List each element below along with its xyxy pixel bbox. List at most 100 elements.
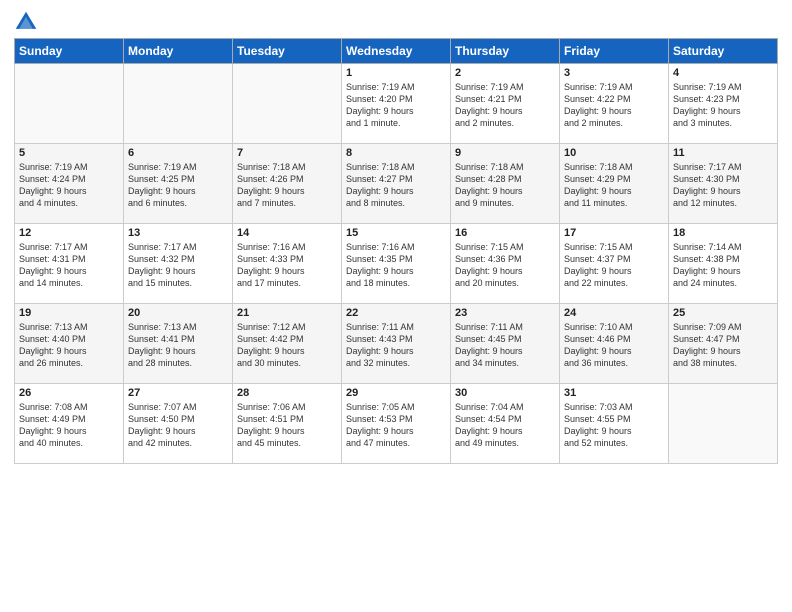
calendar-cell: 30 Sunrise: 7:04 AM Sunset: 4:54 PM Dayli…: [451, 384, 560, 464]
logo: [14, 10, 42, 34]
calendar-cell: 5Sunrise: 7:19 AM Sunset: 4:24 PM Daylig…: [15, 144, 124, 224]
cell-content: Sunrise: 7:18 AM Sunset: 4:29 PM Dayligh…: [564, 161, 664, 210]
day-number: 7: [237, 147, 337, 159]
day-number: 22: [346, 307, 446, 319]
cell-content: Sunrise: 7:15 AM Sunset: 4:37 PM Dayligh…: [564, 241, 664, 290]
day-number: 11: [673, 147, 773, 159]
cell-content: Sunrise: 7:18 AM Sunset: 4:26 PM Dayligh…: [237, 161, 337, 210]
day-header-wednesday: Wednesday: [342, 39, 451, 64]
cell-content: Sunrise: 7:13 AM Sunset: 4:41 PM Dayligh…: [128, 321, 228, 370]
cell-content: Sunrise: 7:17 AM Sunset: 4:32 PM Dayligh…: [128, 241, 228, 290]
day-number: 5: [19, 147, 119, 159]
day-number: 31: [564, 387, 664, 399]
day-header-monday: Monday: [124, 39, 233, 64]
calendar-cell: 26 Sunrise: 7:08 AM Sunset: 4:49 PM Dayli…: [15, 384, 124, 464]
cell-content: Sunrise: 7:13 AM Sunset: 4:40 PM Dayligh…: [19, 321, 119, 370]
cell-content: Sunrise: 7:19 AM Sunset: 4:25 PM Dayligh…: [128, 161, 228, 210]
cell-content: Sunrise: 7:10 AM Sunset: 4:46 PM Dayligh…: [564, 321, 664, 370]
logo-icon: [14, 10, 38, 34]
day-number: 30: [455, 387, 555, 399]
calendar-cell: 13 Sunrise: 7:17 AM Sunset: 4:32 PM Dayli…: [124, 224, 233, 304]
day-header-thursday: Thursday: [451, 39, 560, 64]
week-row-3: 19 Sunrise: 7:13 AM Sunset: 4:40 PM Dayli…: [15, 304, 778, 384]
calendar-cell: 24 Sunrise: 7:10 AM Sunset: 4:46 PM Dayli…: [560, 304, 669, 384]
calendar-cell: [15, 64, 124, 144]
calendar-cell: 7 Sunrise: 7:18 AM Sunset: 4:26 PM Daylig…: [233, 144, 342, 224]
calendar-cell: 23 Sunrise: 7:11 AM Sunset: 4:45 PM Dayli…: [451, 304, 560, 384]
calendar-cell: 18 Sunrise: 7:14 AM Sunset: 4:38 PM Dayli…: [669, 224, 778, 304]
day-number: 27: [128, 387, 228, 399]
day-number: 14: [237, 227, 337, 239]
day-number: 3: [564, 67, 664, 79]
day-number: 21: [237, 307, 337, 319]
calendar-cell: 12 Sunrise: 7:17 AM Sunset: 4:31 PM Dayli…: [15, 224, 124, 304]
day-header-sunday: Sunday: [15, 39, 124, 64]
cell-content: Sunrise: 7:18 AM Sunset: 4:27 PM Dayligh…: [346, 161, 446, 210]
day-number: 25: [673, 307, 773, 319]
cell-content: Sunrise: 7:14 AM Sunset: 4:38 PM Dayligh…: [673, 241, 773, 290]
calendar-cell: 27Sunrise: 7:07 AM Sunset: 4:50 PM Dayli…: [124, 384, 233, 464]
day-number: 28: [237, 387, 337, 399]
cell-content: Sunrise: 7:12 AM Sunset: 4:42 PM Dayligh…: [237, 321, 337, 370]
day-number: 2: [455, 67, 555, 79]
header: [14, 10, 778, 34]
day-number: 8: [346, 147, 446, 159]
calendar-cell: 15Sunrise: 7:16 AM Sunset: 4:35 PM Dayli…: [342, 224, 451, 304]
day-number: 16: [455, 227, 555, 239]
day-number: 18: [673, 227, 773, 239]
week-row-4: 26 Sunrise: 7:08 AM Sunset: 4:49 PM Dayli…: [15, 384, 778, 464]
calendar-cell: 11Sunrise: 7:17 AM Sunset: 4:30 PM Dayli…: [669, 144, 778, 224]
cell-content: Sunrise: 7:05 AM Sunset: 4:53 PM Dayligh…: [346, 401, 446, 450]
day-header-saturday: Saturday: [669, 39, 778, 64]
calendar-cell: 16 Sunrise: 7:15 AM Sunset: 4:36 PM Dayli…: [451, 224, 560, 304]
header-row: SundayMondayTuesdayWednesdayThursdayFrid…: [15, 39, 778, 64]
day-number: 20: [128, 307, 228, 319]
day-number: 12: [19, 227, 119, 239]
day-header-friday: Friday: [560, 39, 669, 64]
day-number: 1: [346, 67, 446, 79]
day-header-tuesday: Tuesday: [233, 39, 342, 64]
calendar-cell: 1Sunrise: 7:19 AM Sunset: 4:20 PM Daylig…: [342, 64, 451, 144]
day-number: 23: [455, 307, 555, 319]
day-number: 26: [19, 387, 119, 399]
cell-content: Sunrise: 7:09 AM Sunset: 4:47 PM Dayligh…: [673, 321, 773, 370]
calendar-cell: [124, 64, 233, 144]
calendar-cell: 9 Sunrise: 7:18 AM Sunset: 4:28 PM Daylig…: [451, 144, 560, 224]
calendar-cell: 2 Sunrise: 7:19 AM Sunset: 4:21 PM Daylig…: [451, 64, 560, 144]
cell-content: Sunrise: 7:03 AM Sunset: 4:55 PM Dayligh…: [564, 401, 664, 450]
day-number: 17: [564, 227, 664, 239]
week-row-2: 12 Sunrise: 7:17 AM Sunset: 4:31 PM Dayli…: [15, 224, 778, 304]
cell-content: Sunrise: 7:06 AM Sunset: 4:51 PM Dayligh…: [237, 401, 337, 450]
calendar-cell: 14Sunrise: 7:16 AM Sunset: 4:33 PM Dayli…: [233, 224, 342, 304]
cell-content: Sunrise: 7:08 AM Sunset: 4:49 PM Dayligh…: [19, 401, 119, 450]
calendar-cell: 25 Sunrise: 7:09 AM Sunset: 4:47 PM Dayli…: [669, 304, 778, 384]
calendar-cell: 17 Sunrise: 7:15 AM Sunset: 4:37 PM Dayli…: [560, 224, 669, 304]
cell-content: Sunrise: 7:11 AM Sunset: 4:43 PM Dayligh…: [346, 321, 446, 370]
cell-content: Sunrise: 7:19 AM Sunset: 4:21 PM Dayligh…: [455, 81, 555, 130]
cell-content: Sunrise: 7:15 AM Sunset: 4:36 PM Dayligh…: [455, 241, 555, 290]
calendar-cell: 10 Sunrise: 7:18 AM Sunset: 4:29 PM Dayli…: [560, 144, 669, 224]
cell-content: Sunrise: 7:18 AM Sunset: 4:28 PM Dayligh…: [455, 161, 555, 210]
calendar-cell: 20 Sunrise: 7:13 AM Sunset: 4:41 PM Dayli…: [124, 304, 233, 384]
day-number: 19: [19, 307, 119, 319]
cell-content: Sunrise: 7:19 AM Sunset: 4:23 PM Dayligh…: [673, 81, 773, 130]
calendar-cell: 6 Sunrise: 7:19 AM Sunset: 4:25 PM Daylig…: [124, 144, 233, 224]
cell-content: Sunrise: 7:11 AM Sunset: 4:45 PM Dayligh…: [455, 321, 555, 370]
cell-content: Sunrise: 7:04 AM Sunset: 4:54 PM Dayligh…: [455, 401, 555, 450]
day-number: 9: [455, 147, 555, 159]
day-number: 13: [128, 227, 228, 239]
calendar-cell: 19 Sunrise: 7:13 AM Sunset: 4:40 PM Dayli…: [15, 304, 124, 384]
cell-content: Sunrise: 7:17 AM Sunset: 4:31 PM Dayligh…: [19, 241, 119, 290]
day-number: 6: [128, 147, 228, 159]
calendar-cell: [233, 64, 342, 144]
day-number: 15: [346, 227, 446, 239]
week-row-0: 1Sunrise: 7:19 AM Sunset: 4:20 PM Daylig…: [15, 64, 778, 144]
calendar-cell: 3 Sunrise: 7:19 AM Sunset: 4:22 PM Daylig…: [560, 64, 669, 144]
day-number: 10: [564, 147, 664, 159]
cell-content: Sunrise: 7:19 AM Sunset: 4:22 PM Dayligh…: [564, 81, 664, 130]
day-number: 4: [673, 67, 773, 79]
day-number: 29: [346, 387, 446, 399]
day-number: 24: [564, 307, 664, 319]
page: SundayMondayTuesdayWednesdayThursdayFrid…: [0, 0, 792, 474]
calendar-cell: [669, 384, 778, 464]
